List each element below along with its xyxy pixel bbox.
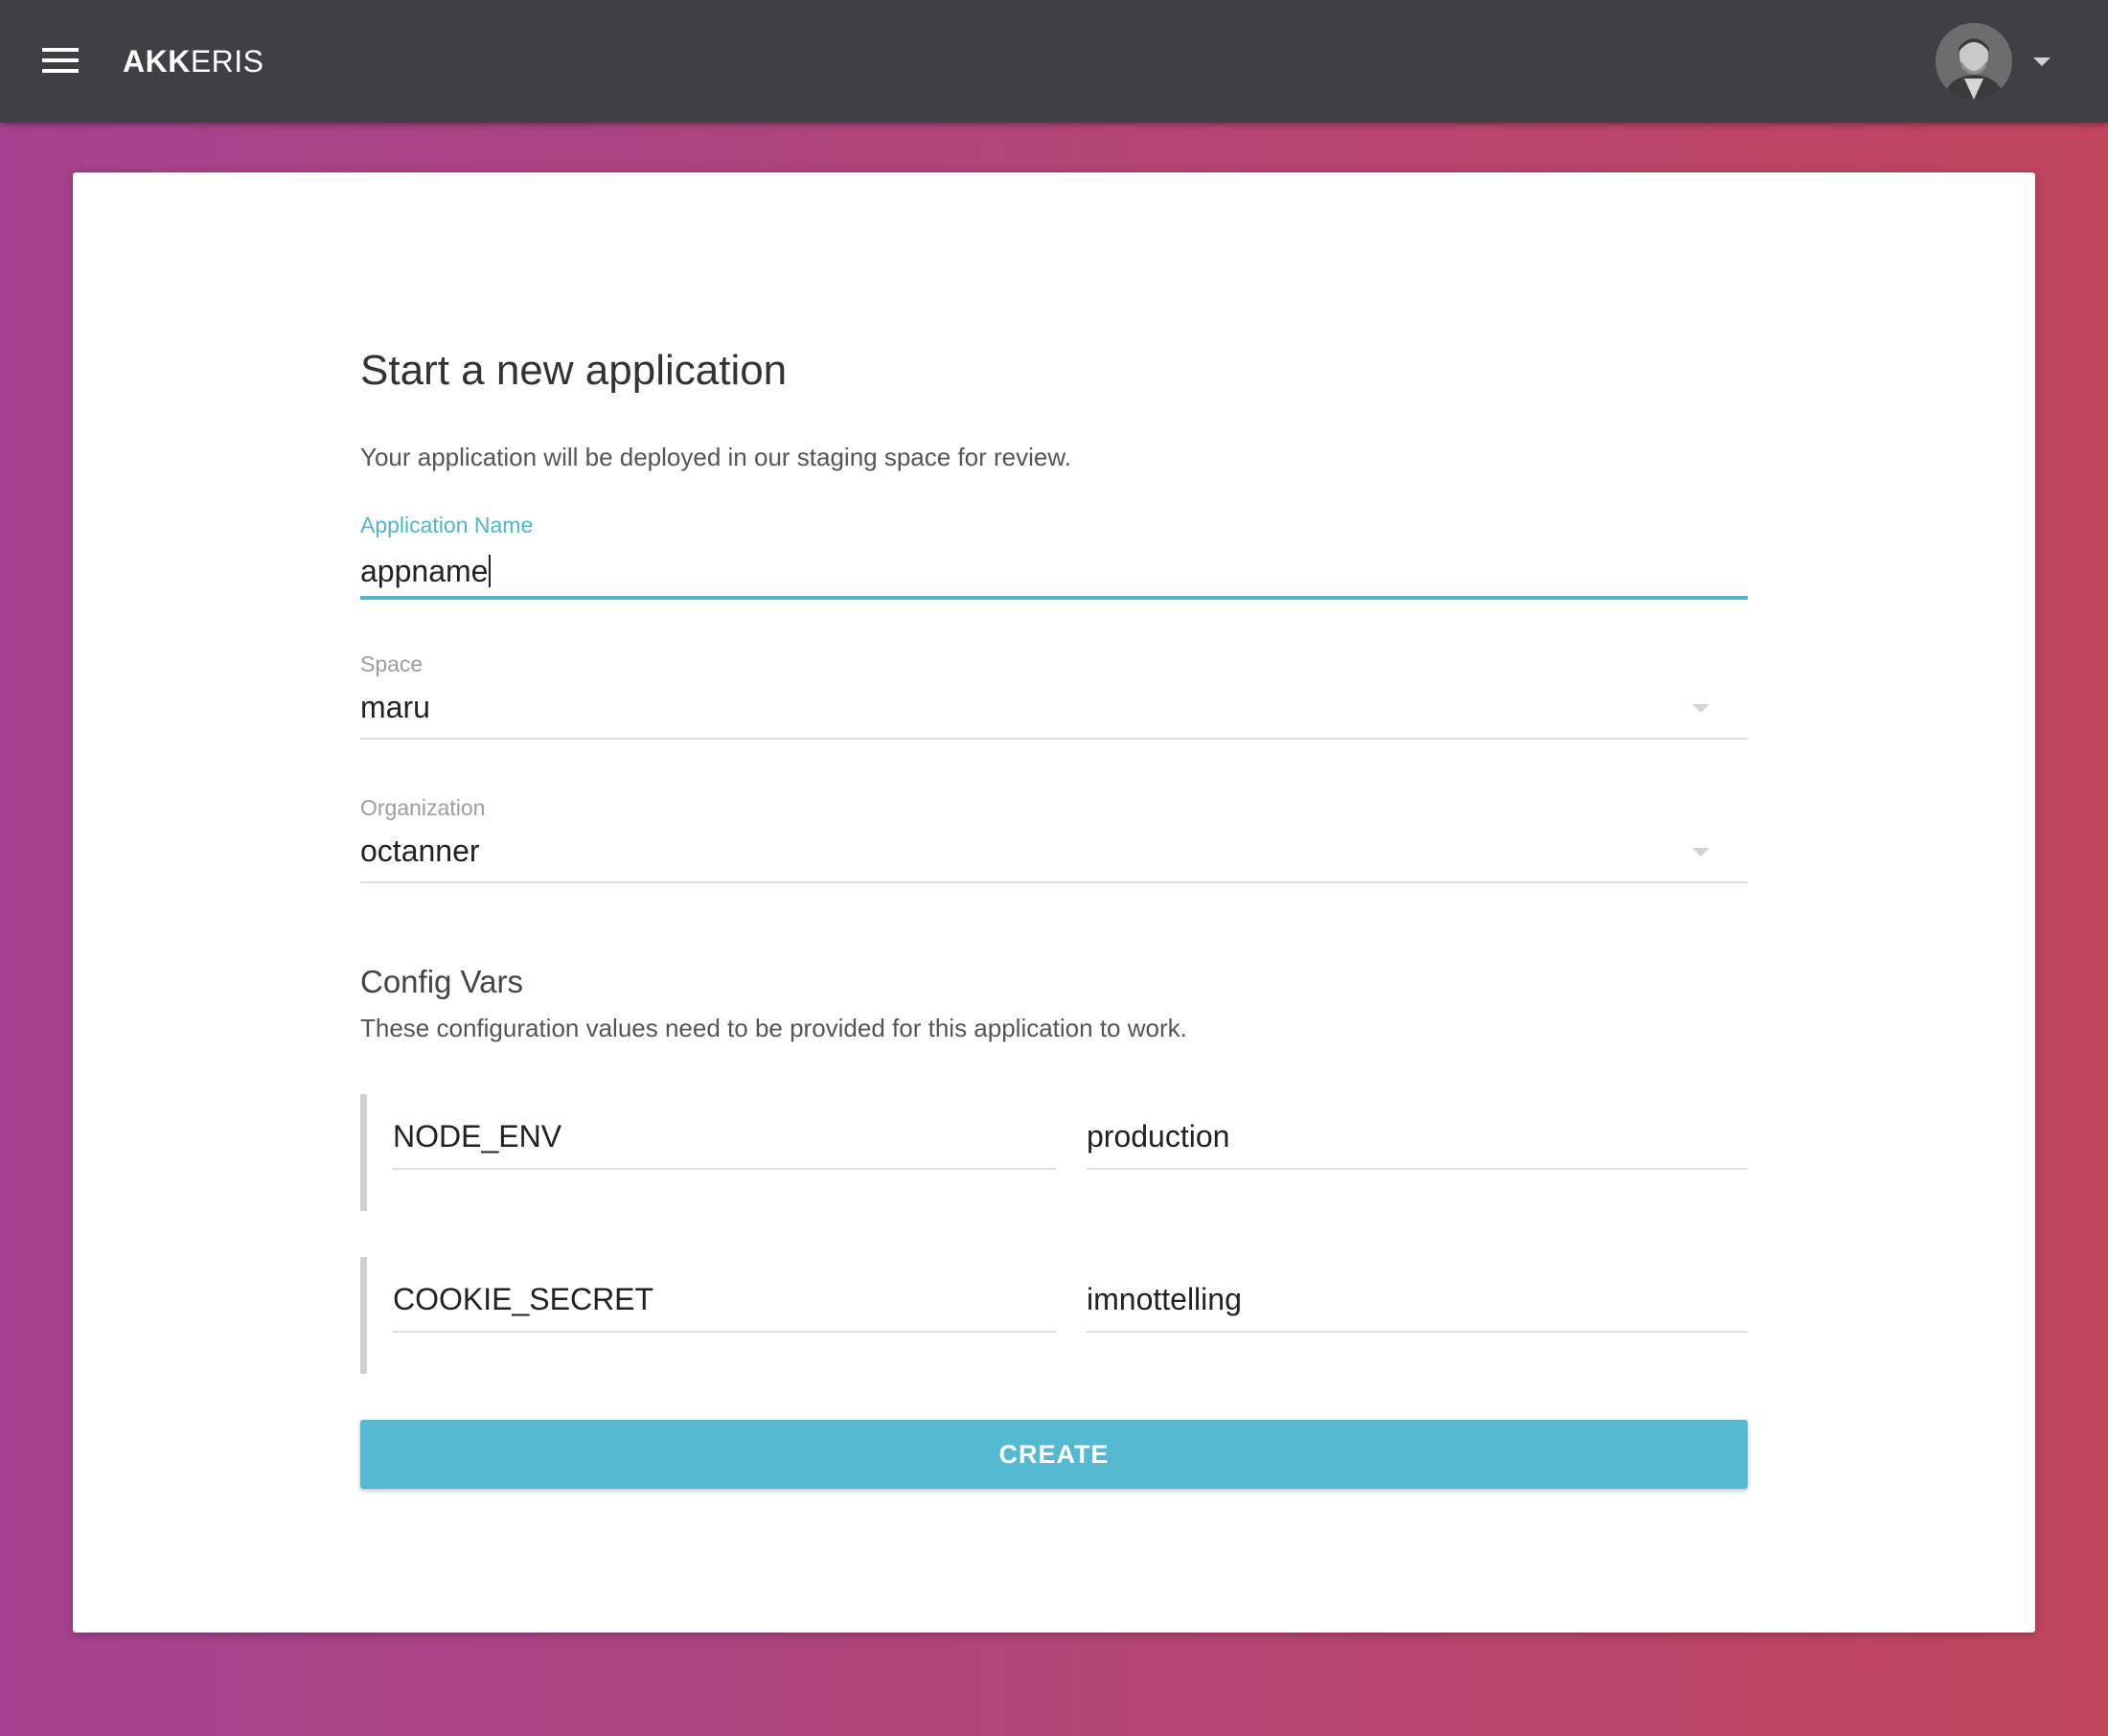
app-name-label: Application Name (360, 513, 534, 537)
config-var-value-input[interactable]: production (1087, 1119, 1229, 1154)
page-title: Start a new application (360, 347, 788, 394)
brand-bold: AKK (123, 44, 191, 79)
config-vars-description: These configuration values need to be pr… (360, 1014, 1187, 1042)
hamburger-menu-icon[interactable] (42, 48, 79, 75)
app-name-input[interactable]: appname (360, 554, 1702, 589)
text-cursor (489, 555, 492, 587)
config-vars-title: Config Vars (360, 964, 523, 999)
page-subtitle: Your application will be deployed in our… (360, 443, 1071, 471)
config-var-marker (360, 1094, 367, 1211)
config-var-key-underline (393, 1168, 1056, 1170)
avatar-photo-icon (1936, 23, 2012, 100)
create-button[interactable]: CREATE (360, 1420, 1748, 1489)
config-var-key-underline (393, 1331, 1056, 1333)
organization-underline (360, 881, 1748, 883)
config-var-value-underline (1087, 1331, 1748, 1333)
brand-light: ERIS (190, 44, 264, 79)
config-var-key-input[interactable]: COOKIE_SECRET (393, 1282, 653, 1317)
organization-select[interactable]: octanner (360, 834, 1702, 869)
account-menu-caret-icon[interactable] (2033, 57, 2051, 66)
space-value: maru (360, 690, 430, 724)
brand-logo[interactable]: AKKERIS (123, 42, 264, 80)
config-var-marker (360, 1257, 367, 1374)
config-var-value-input[interactable]: imnottelling (1087, 1282, 1242, 1317)
organization-value: octanner (360, 834, 480, 868)
app-name-value: appname (360, 554, 489, 588)
new-app-card: Start a new application Your application… (73, 172, 2035, 1633)
organization-dropdown-icon[interactable] (1692, 848, 1709, 857)
top-app-bar: AKKERIS (0, 0, 2108, 123)
config-var-row: COOKIE_SECRET imnottelling (360, 1257, 1748, 1374)
organization-label: Organization (360, 795, 486, 820)
config-var-key-input[interactable]: NODE_ENV (393, 1119, 561, 1154)
space-select[interactable]: maru (360, 690, 1702, 725)
config-var-row: NODE_ENV production (360, 1094, 1748, 1211)
config-var-value-underline (1087, 1168, 1748, 1170)
user-avatar[interactable] (1936, 23, 2012, 100)
app-name-underline (360, 596, 1748, 600)
space-dropdown-icon[interactable] (1692, 704, 1709, 713)
space-label: Space (360, 651, 424, 676)
space-underline (360, 738, 1748, 740)
